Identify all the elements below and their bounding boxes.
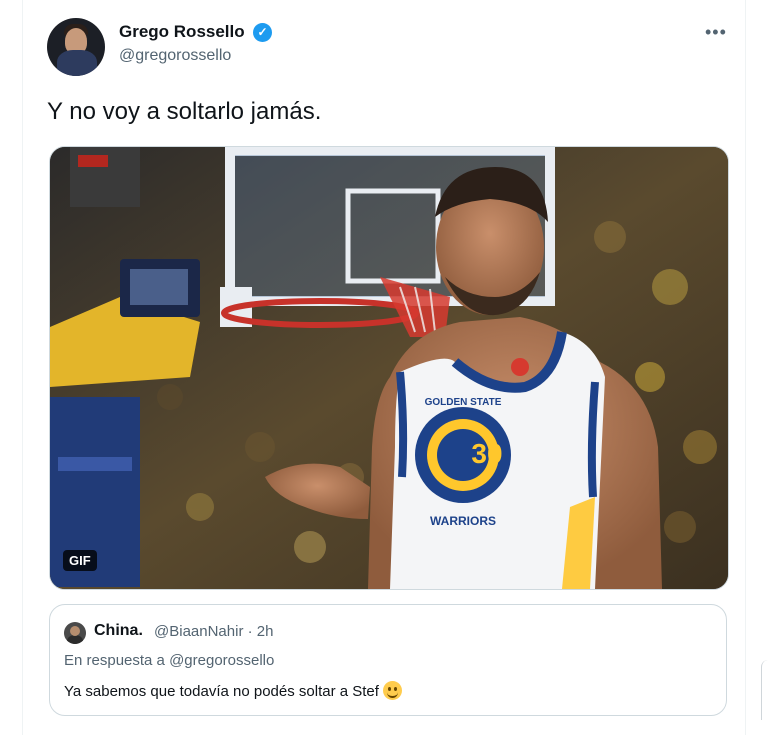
- gif-badge: GIF: [63, 550, 97, 571]
- quoted-author-meta: @BiaanNahir · 2h: [154, 623, 274, 640]
- smiling-face-emoji-icon: [382, 681, 402, 700]
- quoted-author-name[interactable]: China.: [94, 622, 143, 640]
- author-avatar[interactable]: [47, 18, 105, 76]
- jersey-wordmark-top: GOLDEN STATE: [425, 397, 502, 408]
- quoted-tweet-text: Ya sabemos que todavía no podés soltar a…: [64, 681, 402, 700]
- tweet-media-gif[interactable]: GOLDEN STATE 30 WARRIORS: [49, 146, 729, 590]
- author-name[interactable]: Grego Rossello: [119, 22, 245, 42]
- more-options-icon[interactable]: •••: [705, 22, 727, 43]
- jersey-wordmark-bottom: WARRIORS: [430, 514, 496, 528]
- quoted-text-content: Ya sabemos que todavía no podés soltar a…: [64, 683, 379, 700]
- verified-badge-icon: ✓: [253, 23, 272, 42]
- timeline-left-edge: [0, 0, 23, 735]
- author-handle[interactable]: @gregorossello: [119, 47, 231, 65]
- quoted-tweet[interactable]: China. @BiaanNahir · 2h En respuesta a @…: [49, 604, 727, 716]
- tweet-card[interactable]: Grego Rossello ✓ @gregorossello ••• Y no…: [23, 0, 745, 735]
- quoted-author-avatar[interactable]: [64, 622, 86, 644]
- jersey-number: 30: [471, 438, 502, 469]
- adjacent-card-edge: [761, 660, 768, 720]
- quoted-reply-context: En respuesta a @gregorossello: [64, 652, 275, 669]
- timeline-right-edge: [745, 0, 768, 735]
- tweet-text: Y no voy a soltarlo jamás.: [47, 98, 322, 125]
- gif-frame-image: GOLDEN STATE 30 WARRIORS: [50, 147, 728, 589]
